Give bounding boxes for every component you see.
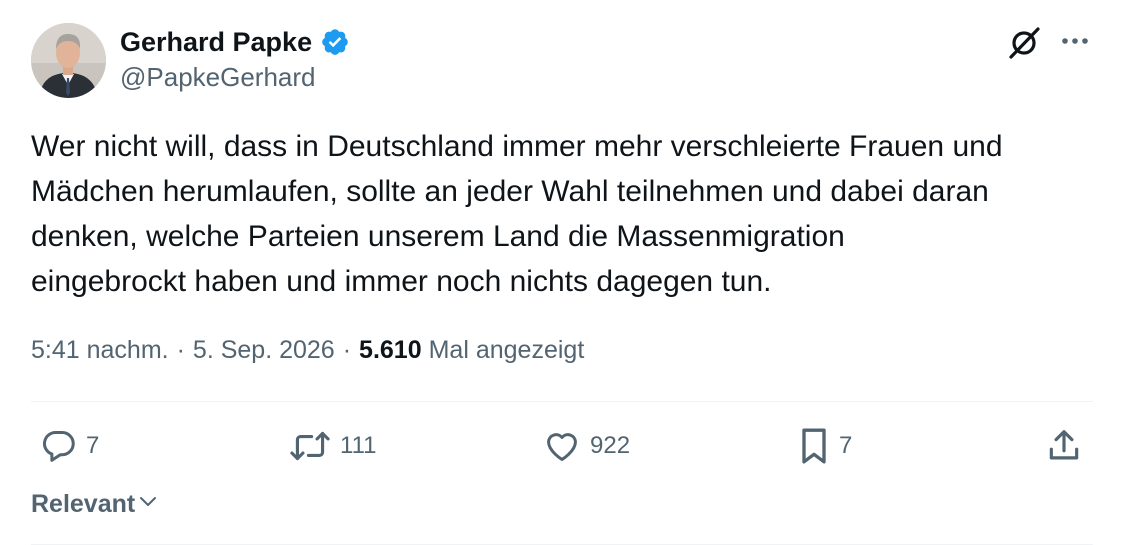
- meta-separator: ·: [176, 336, 185, 364]
- chevron-down-icon: [137, 490, 159, 519]
- share-icon: [1045, 427, 1083, 465]
- author-name-row: Gerhard Papke: [120, 24, 350, 60]
- tweet: Gerhard Papke @PapkeGerhard Wer nicht wi…: [0, 0, 1123, 545]
- views-label: Mal angezeigt: [428, 336, 585, 364]
- tweet-time[interactable]: 5:41 nachm.: [31, 336, 169, 365]
- retweet-icon: [288, 427, 332, 465]
- like-button[interactable]: 922: [542, 426, 630, 466]
- meta-separator: ·: [342, 336, 352, 364]
- avatar[interactable]: [31, 23, 106, 98]
- share-button[interactable]: [1045, 426, 1083, 466]
- retweet-count: 111: [340, 432, 377, 459]
- reply-button[interactable]: 7: [40, 426, 99, 466]
- bookmark-count: 7: [839, 432, 853, 459]
- heart-icon: [542, 427, 582, 465]
- grok-icon[interactable]: [1005, 24, 1043, 62]
- tweet-date[interactable]: 5. Sep. 2026: [193, 336, 335, 365]
- author-name[interactable]: Gerhard Papke: [120, 27, 312, 58]
- tweet-meta: 5:41 nachm. · 5. Sep. 2026 · 5.610 Mal a…: [31, 336, 584, 365]
- bookmark-icon: [797, 426, 831, 466]
- reply-icon: [40, 427, 78, 465]
- author-handle[interactable]: @PapkeGerhard: [120, 62, 316, 93]
- sort-relevant-button[interactable]: Relevant: [31, 490, 159, 519]
- bookmark-button[interactable]: 7: [797, 426, 852, 466]
- reply-count: 7: [86, 432, 100, 459]
- avatar-image: [31, 23, 106, 98]
- more-options-icon[interactable]: [1058, 26, 1092, 56]
- divider: [31, 401, 1093, 402]
- retweet-button[interactable]: 111: [288, 426, 376, 466]
- verified-badge-icon[interactable]: [320, 27, 350, 57]
- sort-label: Relevant: [31, 490, 136, 518]
- views-count: 5.610: [359, 336, 422, 364]
- like-count: 922: [590, 432, 631, 459]
- tweet-text: Wer nicht will, dass in Deutschland imme…: [31, 130, 1003, 298]
